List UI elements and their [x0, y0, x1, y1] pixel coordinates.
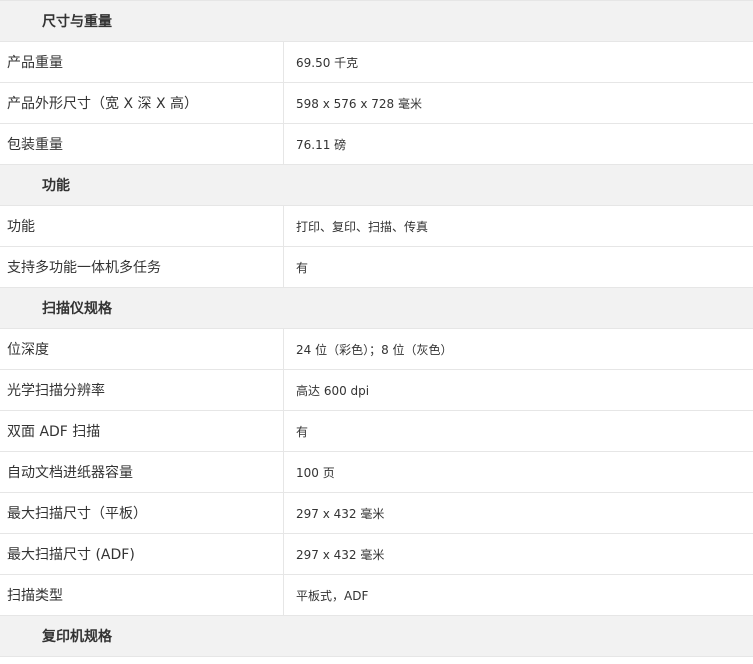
spec-value: 297 x 432 毫米 — [284, 534, 753, 574]
section-title: 功能 — [42, 178, 70, 194]
spec-label: 包装重量 — [0, 124, 284, 164]
table-row: 功能 打印、复印、扫描、传真 — [0, 206, 753, 247]
spec-value: 24 位（彩色）；8 位（灰色） — [284, 329, 753, 369]
spec-label: 双面 ADF 扫描 — [0, 411, 284, 451]
spec-value: 69.50 千克 — [284, 42, 753, 82]
spec-value: 有 — [284, 247, 753, 287]
section-title: 扫描仪规格 — [42, 301, 112, 317]
spec-label: 功能 — [0, 206, 284, 246]
section-header-scanner: 扫描仪规格 — [0, 288, 753, 329]
table-row: 支持多功能一体机多任务 有 — [0, 247, 753, 288]
table-row: 扫描类型 平板式，ADF — [0, 575, 753, 616]
spec-label: 自动文档进纸器容量 — [0, 452, 284, 492]
spec-value: 598 x 576 x 728 毫米 — [284, 83, 753, 123]
spec-label: 位深度 — [0, 329, 284, 369]
spec-label: 最大扫描尺寸（平板） — [0, 493, 284, 533]
section-header-dimensions: 尺寸与重量 — [0, 1, 753, 42]
spec-label: 支持多功能一体机多任务 — [0, 247, 284, 287]
table-row: 光学扫描分辨率 高达 600 dpi — [0, 370, 753, 411]
table-row: 最大扫描尺寸（平板） 297 x 432 毫米 — [0, 493, 753, 534]
section-header-functions: 功能 — [0, 165, 753, 206]
section-title: 复印机规格 — [42, 629, 112, 645]
section-header-copier: 复印机规格 — [0, 616, 753, 657]
spec-value: 打印、复印、扫描、传真 — [284, 206, 753, 246]
spec-label: 光学扫描分辨率 — [0, 370, 284, 410]
spec-label: 扫描类型 — [0, 575, 284, 615]
spec-value: 高达 600 dpi — [284, 370, 753, 410]
spec-label: 最大扫描尺寸 (ADF) — [0, 534, 284, 574]
table-row: 产品重量 69.50 千克 — [0, 42, 753, 83]
spec-value: 有 — [284, 411, 753, 451]
spec-value: 76.11 磅 — [284, 124, 753, 164]
spec-label: 产品外形尺寸（宽 X 深 X 高） — [0, 83, 284, 123]
spec-table: 尺寸与重量 产品重量 69.50 千克 产品外形尺寸（宽 X 深 X 高） 59… — [0, 0, 753, 657]
table-row: 自动文档进纸器容量 100 页 — [0, 452, 753, 493]
spec-value: 100 页 — [284, 452, 753, 492]
spec-value: 297 x 432 毫米 — [284, 493, 753, 533]
table-row: 位深度 24 位（彩色）；8 位（灰色） — [0, 329, 753, 370]
table-row: 包装重量 76.11 磅 — [0, 124, 753, 165]
table-row: 产品外形尺寸（宽 X 深 X 高） 598 x 576 x 728 毫米 — [0, 83, 753, 124]
section-title: 尺寸与重量 — [42, 14, 112, 30]
table-row: 最大扫描尺寸 (ADF) 297 x 432 毫米 — [0, 534, 753, 575]
spec-value: 平板式，ADF — [284, 575, 753, 615]
table-row: 双面 ADF 扫描 有 — [0, 411, 753, 452]
spec-label: 产品重量 — [0, 42, 284, 82]
